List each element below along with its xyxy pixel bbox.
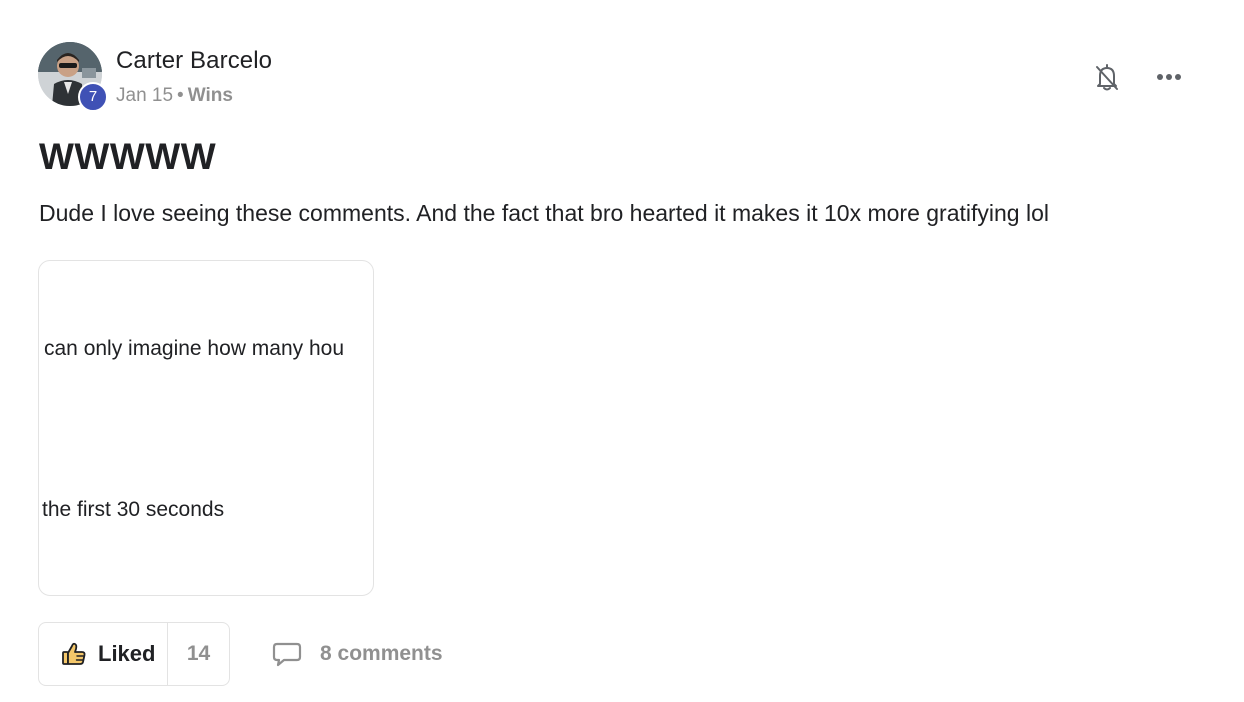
meta-separator: •	[177, 85, 184, 106]
more-horizontal-icon	[1157, 74, 1181, 80]
attachment-text-line: can only imagine how many hou	[44, 337, 345, 360]
bell-off-icon	[1096, 64, 1118, 91]
post-body: Dude I love seeing these comments. And t…	[39, 200, 1049, 226]
author-name[interactable]: Carter Barcelo	[116, 47, 272, 75]
author-avatar-group[interactable]: 7	[38, 42, 108, 112]
like-button[interactable]: Liked	[39, 623, 168, 685]
thumbs-up-icon	[62, 642, 86, 665]
post-meta: Jan 15 • Wins	[116, 85, 233, 107]
more-options-button[interactable]	[1152, 62, 1188, 92]
like-label: Liked	[98, 641, 156, 666]
post-card: 7 Carter Barcelo Jan 15 • Wins WWWWW Dude …	[0, 0, 1244, 702]
notifications-toggle-button[interactable]	[1090, 60, 1124, 94]
comment-bubble-icon	[272, 642, 302, 667]
post-title: WWWWW	[39, 136, 217, 177]
post-date: Jan 15	[116, 85, 174, 106]
post-category[interactable]: Wins	[188, 85, 233, 106]
level-badge: 7	[78, 82, 108, 112]
image-attachment[interactable]: can only imagine how many hou the first …	[38, 260, 374, 596]
comments-button[interactable]: 8 comments	[272, 636, 443, 672]
attachment-text-line: the first 30 seconds	[42, 498, 225, 521]
like-count[interactable]: 14	[168, 623, 229, 685]
like-group: Liked 14	[38, 622, 230, 686]
comments-label: 8 comments	[320, 642, 443, 665]
